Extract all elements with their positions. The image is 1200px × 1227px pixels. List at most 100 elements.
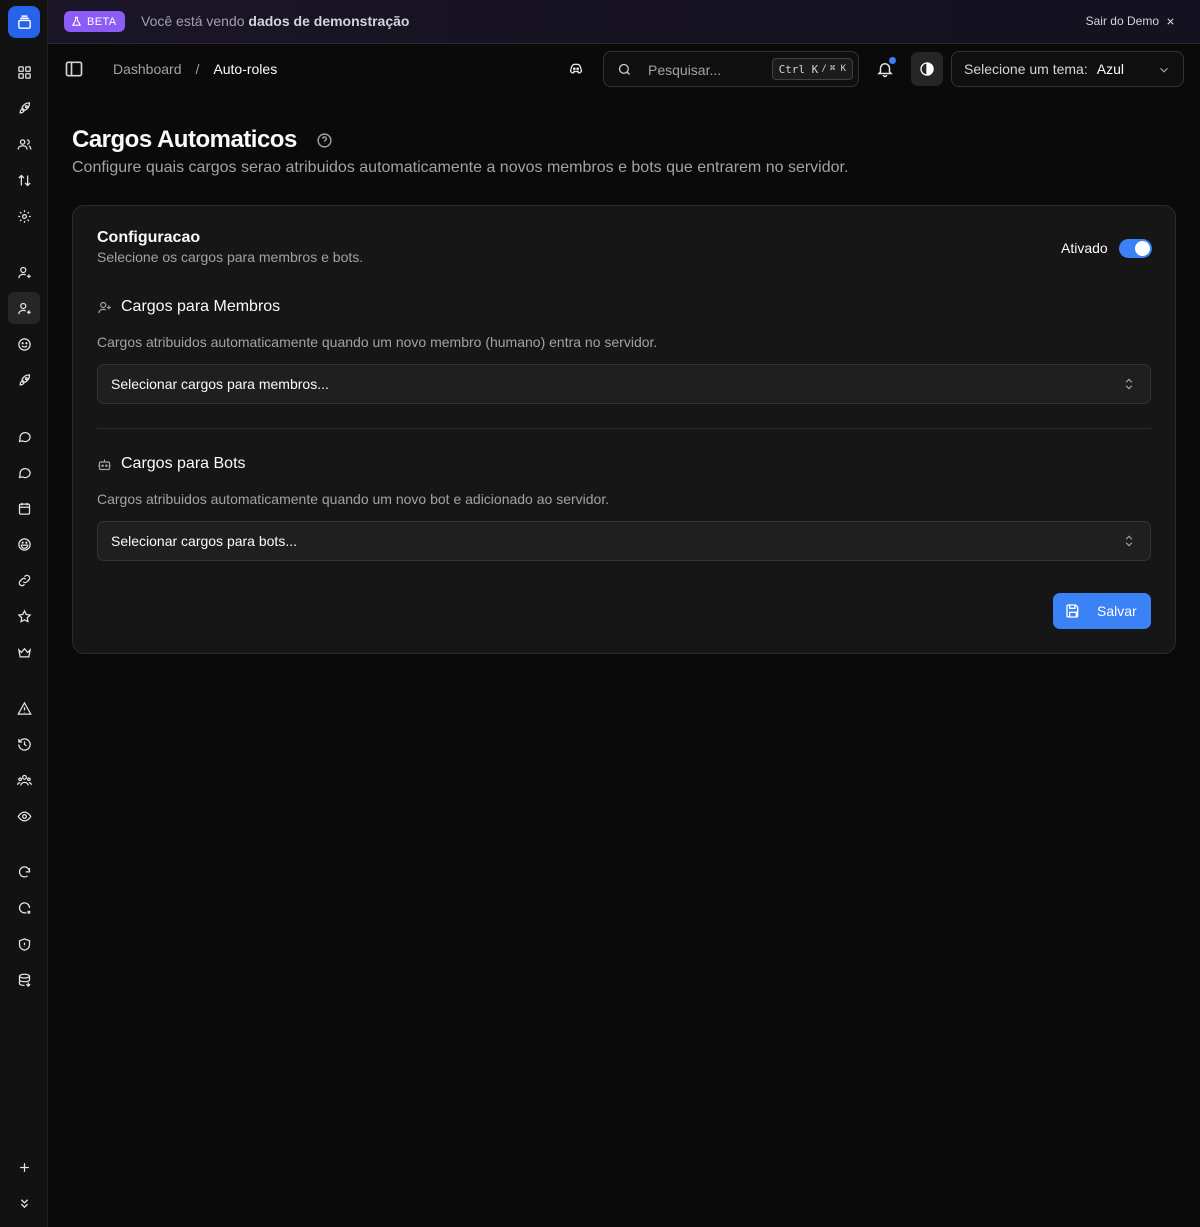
save-icon xyxy=(1066,604,1079,618)
user-plus-icon xyxy=(98,301,111,313)
page-subtitle: Configure quais cargos serao atribuidos … xyxy=(72,159,849,176)
close-icon xyxy=(1167,17,1174,25)
demo-banner-text: Você está vendo dados de demonstração xyxy=(141,13,409,29)
user-plus-icon xyxy=(17,266,31,278)
sidebar-item-backup[interactable] xyxy=(8,964,40,996)
sidebar-item-dashboard[interactable] xyxy=(8,56,40,88)
exit-demo-button[interactable]: Sair do Demo xyxy=(1086,14,1176,28)
breadcrumb: Dashboard / Auto-roles xyxy=(113,61,277,77)
members-description: Cargos atribuidos automaticamente quando… xyxy=(97,334,658,350)
sidebar-item-auto-roles[interactable] xyxy=(8,292,40,324)
members-roles-placeholder: Selecionar cargos para membros... xyxy=(111,376,329,392)
history-icon xyxy=(17,737,31,751)
contrast-icon xyxy=(920,62,934,76)
sidebar-item-sort[interactable] xyxy=(8,164,40,196)
beta-badge: BETA xyxy=(64,11,125,32)
shield-icon xyxy=(18,937,30,951)
bot-icon xyxy=(98,459,111,470)
sidebar-item-premium[interactable] xyxy=(8,636,40,668)
crown-icon xyxy=(17,647,31,657)
beta-badge-label: BETA xyxy=(87,15,117,28)
sidebar-item-links[interactable] xyxy=(8,564,40,596)
breadcrumb-separator: / xyxy=(195,61,200,77)
star-icon xyxy=(17,608,31,623)
sidebar-item-security[interactable] xyxy=(8,928,40,960)
sidebar-item-automod-block[interactable] xyxy=(8,892,40,924)
message-icon xyxy=(18,467,31,478)
emoji-icon xyxy=(17,537,31,551)
plus-icon xyxy=(19,1162,29,1172)
sidebar-toggle-icon[interactable] xyxy=(64,59,84,79)
sidebar-expand[interactable] xyxy=(8,1187,40,1219)
section-divider xyxy=(97,428,1151,429)
enabled-toggle[interactable] xyxy=(1119,239,1152,258)
grid-icon xyxy=(17,65,31,79)
exit-demo-label: Sair do Demo xyxy=(1085,14,1159,28)
config-card: Configuracao Selecione os cargos para me… xyxy=(72,205,1176,654)
sidebar-item-boost[interactable] xyxy=(8,92,40,124)
warning-icon xyxy=(16,701,32,715)
bots-roles-select[interactable]: Selecionar cargos para bots... xyxy=(97,521,1151,561)
shield-x-icon xyxy=(18,901,31,914)
bots-section-heading: Cargos para Bots xyxy=(97,455,246,473)
calendar-icon xyxy=(18,502,30,515)
sidebar-add-server[interactable] xyxy=(8,1151,40,1183)
sidebar-item-history[interactable] xyxy=(8,728,40,760)
sidebar-item-events[interactable] xyxy=(8,492,40,524)
team-icon xyxy=(16,774,32,786)
demo-banner-bold: dados de demonstração xyxy=(248,13,410,29)
discord-icon[interactable] xyxy=(568,61,584,77)
sidebar-item-members[interactable] xyxy=(8,128,40,160)
sidebar-item-launch[interactable] xyxy=(8,364,40,396)
card-title: Configuracao xyxy=(97,229,201,246)
sidebar-item-staff[interactable] xyxy=(8,764,40,796)
sidebar-item-warnings[interactable] xyxy=(8,692,40,724)
sidebar-item-reactions[interactable] xyxy=(8,328,40,360)
sidebar-item-starboard[interactable] xyxy=(8,600,40,632)
theme-select[interactable]: Selecione um tema: Azul xyxy=(951,51,1184,87)
theme-select-value: Azul xyxy=(1096,61,1124,77)
enabled-toggle-label: Ativado xyxy=(1061,240,1108,256)
link-icon xyxy=(18,574,30,586)
sidebar-item-automod-refresh[interactable] xyxy=(8,856,40,888)
sidebar-item-welcome[interactable] xyxy=(8,256,40,288)
save-button[interactable]: Salvar xyxy=(1053,593,1151,629)
bots-heading-text: Cargos para Bots xyxy=(121,455,246,472)
chevrons-updown-icon xyxy=(1125,378,1133,390)
members-heading-text: Cargos para Membros xyxy=(121,298,281,315)
sidebar-item-settings[interactable] xyxy=(8,200,40,232)
sidebar-item-chat[interactable] xyxy=(8,456,40,488)
toggle-knob xyxy=(1135,241,1150,256)
shortcut-ctrl: Ctrl K xyxy=(778,62,819,76)
sidebar-item-emojis[interactable] xyxy=(8,528,40,560)
user-plus-icon xyxy=(17,302,31,314)
bots-roles-placeholder: Selecionar cargos para bots... xyxy=(111,533,297,549)
members-roles-select[interactable]: Selecionar cargos para membros... xyxy=(97,364,1151,404)
app-logo[interactable] xyxy=(8,6,40,38)
message-icon xyxy=(18,431,31,442)
help-circle-icon[interactable] xyxy=(316,132,333,149)
card-description: Selecione os cargos para membros e bots. xyxy=(97,249,364,265)
arrows-updown-icon xyxy=(17,174,31,186)
demo-banner: BETA Você está vendo dados de demonstraç… xyxy=(48,0,1200,44)
search-icon xyxy=(618,63,630,75)
notification-dot xyxy=(889,57,896,64)
flask-icon xyxy=(71,16,82,26)
save-button-label: Salvar xyxy=(1097,603,1137,619)
top-header: Dashboard / Auto-roles Pesquisar... Ctrl… xyxy=(48,44,1200,94)
gear-icon xyxy=(17,209,31,223)
eye-icon xyxy=(17,810,31,822)
users-icon xyxy=(17,138,31,150)
demo-banner-prefix: Você está vendo xyxy=(141,13,245,29)
inbox-stack-icon xyxy=(17,14,31,29)
sidebar-item-monitor[interactable] xyxy=(8,800,40,832)
sidebar xyxy=(0,0,48,1227)
sidebar-item-messages[interactable] xyxy=(8,420,40,452)
search-placeholder: Pesquisar... xyxy=(648,62,722,78)
rocket-icon xyxy=(18,373,30,386)
chevron-down-icon xyxy=(1160,67,1168,73)
search-box[interactable]: Pesquisar... Ctrl K / ⌘ K xyxy=(603,51,859,87)
breadcrumb-dashboard[interactable]: Dashboard xyxy=(113,61,182,77)
theme-mode-button[interactable] xyxy=(911,52,943,86)
chevrons-updown-icon xyxy=(1125,535,1133,547)
